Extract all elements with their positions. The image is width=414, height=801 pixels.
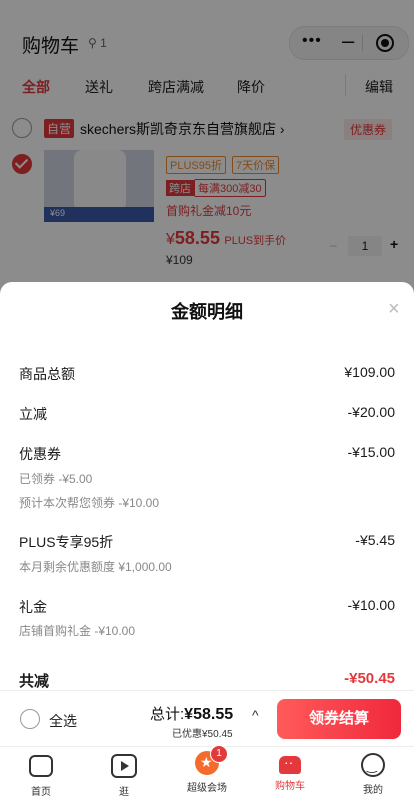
line-instant-discount: 立减 -¥20.00 [19, 404, 395, 426]
line-value: -¥20.00 [347, 404, 395, 420]
line-gift-money: 礼金 -¥10.00 [19, 597, 395, 619]
line-label: 优惠券 [19, 446, 61, 462]
profile-icon [361, 753, 385, 777]
line-value: ¥109.00 [344, 364, 395, 380]
coupon-sub-estimated: 预计本次帮您领券 -¥10.00 [19, 496, 160, 510]
nav-label: 超级会场 [187, 783, 227, 794]
cart-icon [279, 754, 301, 774]
nav-cart[interactable]: 购物车 [260, 751, 320, 792]
nav-label: 首页 [31, 787, 51, 798]
select-all-label[interactable]: 全选 [49, 711, 77, 731]
line-plus-discount: PLUS专享95折 -¥5.45 [19, 532, 395, 554]
nav-label: 逛 [119, 787, 129, 798]
sheet-title: 金额明细 [171, 302, 243, 322]
total-label: 总计: [150, 706, 185, 723]
checkout-button[interactable]: 领券结算 [277, 699, 401, 739]
nav-label: 购物车 [275, 781, 305, 792]
line-label: 商品总额 [19, 366, 75, 382]
line-value: -¥10.00 [347, 597, 395, 613]
nav-home[interactable]: 首页 [11, 751, 71, 798]
line-value: -¥5.45 [355, 532, 395, 548]
total-summary[interactable]: 总计:¥58.55 [150, 703, 233, 724]
plus-sub-quota: 本月剩余优惠额度 ¥1,000.00 [19, 560, 172, 574]
line-coupon: 优惠券 -¥15.00 [19, 444, 395, 466]
line-label: 礼金 [19, 599, 47, 615]
vip-icon: 1 [195, 745, 228, 775]
notification-badge: 1 [210, 745, 228, 763]
nav-profile[interactable]: 我的 [343, 751, 403, 796]
nav-browse[interactable]: 逛 [94, 751, 154, 798]
line-goods-total: 商品总额 ¥109.00 [19, 364, 395, 386]
line-total-discount: 共减 -¥50.45 [19, 670, 395, 692]
select-all-radio[interactable] [20, 709, 40, 729]
checkout-bar: 全选 总计:¥58.55 已优惠¥50.45 ^ 领券结算 [0, 690, 414, 746]
total-value: -¥50.45 [344, 670, 395, 687]
bottom-tab-bar: 首页 逛 1 超级会场 购物车 我的 [0, 745, 414, 801]
saved-amount: 已优惠¥50.45 [172, 729, 233, 740]
close-icon[interactable]: × [388, 298, 400, 321]
coupon-sub-claimed: 已领券 -¥5.00 [19, 472, 93, 486]
line-value: -¥15.00 [347, 444, 395, 460]
gift-sub-first-purchase: 店铺首购礼金 -¥10.00 [19, 624, 136, 638]
nav-super-venue[interactable]: 1 超级会场 [177, 745, 237, 794]
nav-label: 我的 [363, 785, 383, 796]
play-icon [111, 754, 137, 778]
home-icon [29, 755, 53, 777]
line-label: 立减 [19, 406, 47, 422]
line-label: PLUS专享95折 [19, 534, 114, 550]
total-label: 共减 [19, 673, 50, 690]
total-amount: ¥58.55 [184, 706, 234, 723]
chevron-up-icon[interactable]: ^ [252, 707, 259, 723]
